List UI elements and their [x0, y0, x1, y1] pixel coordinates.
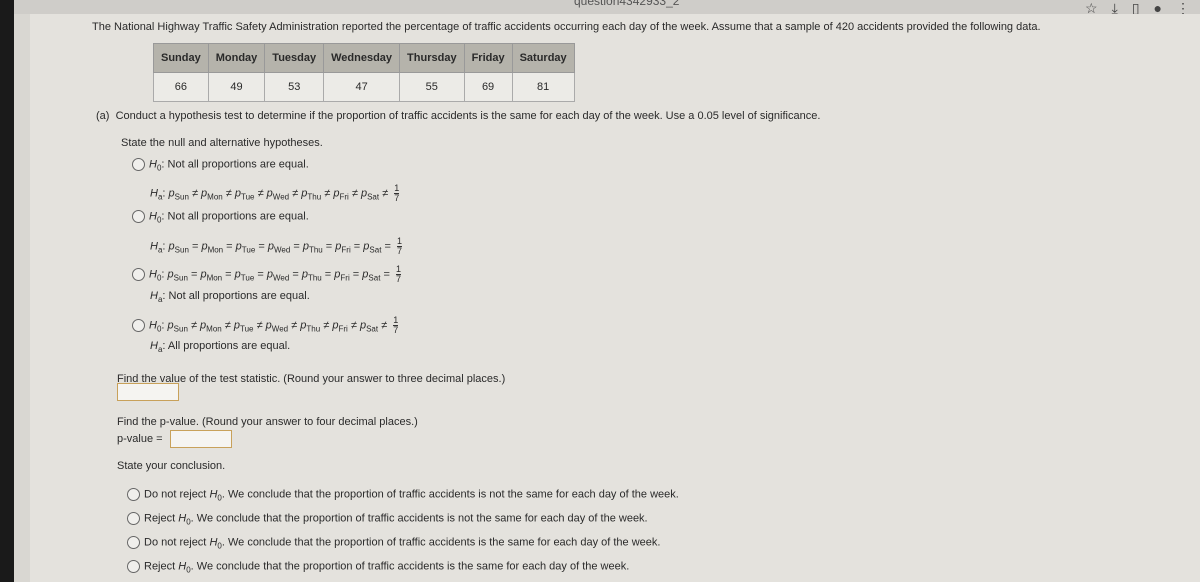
hypothesis-option-ha: Ha: All proportions are equal. — [150, 340, 291, 355]
fraction: 17 — [394, 184, 400, 203]
address-bar[interactable]: question4342933_2 — [574, 0, 679, 8]
day-subscript: Wed — [271, 324, 289, 334]
h0-text: Not all proportions are equal. — [167, 158, 309, 171]
hypothesis-option-ha: Ha: pSun = pMon = pTue = pWed = pThu = p… — [150, 236, 402, 256]
conclusion-option[interactable]: Reject H0. We conclude that the proporti… — [127, 560, 629, 575]
day-subscript: Tue — [240, 273, 255, 283]
hypotheses-prompt: State the null and alternative hypothese… — [121, 137, 323, 149]
day-subscript: Wed — [273, 245, 291, 255]
data-table: Sunday Monday Tuesday Wednesday Thursday Frid… — [153, 43, 575, 102]
conclusion-option[interactable]: Do not reject H0. We conclude that the p… — [127, 488, 679, 503]
day-subscript: Sat — [367, 192, 380, 202]
day-subscript: Mon — [206, 324, 222, 334]
hypothesis-option-ha: Ha: pSun ≠ pMon ≠ pTue ≠ pWed ≠ pThu ≠ p… — [150, 183, 400, 203]
table-cell: 49 — [207, 72, 266, 102]
conclusion-text: . We conclude that the proportion of tra… — [190, 560, 630, 573]
day-subscript: Sat — [369, 245, 382, 255]
column-header: Saturday — [511, 43, 575, 73]
day-subscript: Fri — [338, 324, 348, 334]
column-header: Wednesday — [323, 43, 401, 73]
day-subscript: Fri — [341, 245, 351, 255]
day-subscript: Thu — [307, 273, 322, 283]
radio-button[interactable] — [132, 268, 145, 281]
table-cell: 53 — [264, 72, 325, 102]
conclusion-text: . We conclude that the proportion of tra… — [190, 512, 648, 525]
table-cell: 66 — [153, 72, 209, 102]
radio-button[interactable] — [127, 536, 140, 549]
fraction: 17 — [395, 265, 401, 284]
radio-button[interactable] — [132, 210, 145, 223]
ha-text: Not all proportions are equal. — [168, 290, 310, 302]
conclusion-action: Reject — [144, 512, 176, 525]
day-subscript: Sun — [174, 245, 189, 255]
column-header: Sunday — [153, 43, 209, 73]
intro-text: The National Highway Traffic Safety Admi… — [92, 21, 1041, 33]
day-subscript: Sun — [173, 324, 188, 334]
day-subscript: Wed — [272, 273, 290, 283]
day-subscript: Tue — [241, 245, 256, 255]
hypothesis-option-ha: Ha: Not all proportions are equal. — [150, 290, 310, 305]
hypothesis-option[interactable]: H0: pSun = pMon = pTue = pWed = pThu = p… — [132, 265, 401, 284]
frac-den: 7 — [394, 193, 400, 203]
p-value-input[interactable] — [170, 430, 232, 448]
part-label: (a) — [96, 110, 110, 122]
day-subscript: Mon — [207, 192, 223, 202]
radio-button[interactable] — [132, 319, 145, 332]
day-subscript: Sat — [366, 324, 379, 334]
p-value-prompt: Find the p-value. (Round your answer to … — [117, 416, 418, 428]
day-subscript: Wed — [272, 192, 290, 202]
p-value-label: p-value = — [117, 433, 163, 445]
frac-den: 7 — [395, 274, 401, 284]
test-statistic-input[interactable] — [117, 383, 179, 401]
column-header: Monday — [207, 43, 266, 73]
fraction: 17 — [396, 237, 402, 256]
table-cell: 55 — [399, 72, 465, 102]
h0-text: Not all proportions are equal. — [167, 210, 309, 223]
hypothesis-option[interactable]: H0: pSun ≠ pMon ≠ pTue ≠ pWed ≠ pThu ≠ p… — [132, 316, 399, 335]
conclusion-option[interactable]: Do not reject H0. We conclude that the p… — [127, 536, 660, 551]
radio-button[interactable] — [127, 560, 140, 573]
day-subscript: Thu — [307, 192, 322, 202]
part-a-prompt: Conduct a hypothesis test to determine i… — [115, 110, 821, 122]
column-header: Friday — [463, 43, 513, 73]
day-subscript: Tue — [240, 324, 254, 334]
conclusion-action: Do not reject — [144, 536, 207, 549]
day-subscript: Mon — [207, 245, 224, 255]
hypothesis-option[interactable]: H0: Not all proportions are equal. — [132, 210, 309, 225]
day-subscript: Thu — [306, 324, 321, 334]
conclusion-action: Do not reject — [144, 488, 207, 501]
day-subscript: Tue — [241, 192, 255, 202]
day-subscript: Thu — [308, 245, 323, 255]
conclusion-text: . We conclude that the proportion of tra… — [221, 536, 661, 549]
fraction: 17 — [393, 316, 399, 335]
day-subscript: Mon — [206, 273, 223, 283]
table-cell: 69 — [463, 72, 513, 102]
day-subscript: Sun — [174, 192, 189, 202]
hypothesis-option[interactable]: H0: Not all proportions are equal. — [132, 158, 309, 173]
screen-bezel — [0, 0, 14, 582]
day-subscript: Sat — [368, 273, 381, 283]
browser-toolbar: question4342933_2 ☆ ⤓ ▯ ● ⋮ — [14, 0, 1200, 16]
table-cell: 81 — [511, 72, 575, 102]
radio-button[interactable] — [127, 512, 140, 525]
column-header: Thursday — [399, 43, 465, 73]
day-subscript: Sun — [173, 273, 188, 283]
radio-button[interactable] — [127, 488, 140, 501]
column-header: Tuesday — [264, 43, 325, 73]
frac-den: 7 — [396, 246, 402, 256]
conclusion-text: . We conclude that the proportion of tra… — [221, 488, 679, 501]
conclusion-option[interactable]: Reject H0. We conclude that the proporti… — [127, 512, 648, 527]
day-subscript: Fri — [340, 273, 350, 283]
table-cell: 47 — [323, 72, 401, 102]
conclusion-action: Reject — [144, 560, 176, 573]
frac-den: 7 — [393, 325, 399, 335]
day-subscript: Fri — [339, 192, 349, 202]
ha-text: All proportions are equal. — [167, 340, 291, 352]
conclusion-prompt: State your conclusion. — [117, 460, 226, 472]
radio-button[interactable] — [132, 158, 145, 171]
